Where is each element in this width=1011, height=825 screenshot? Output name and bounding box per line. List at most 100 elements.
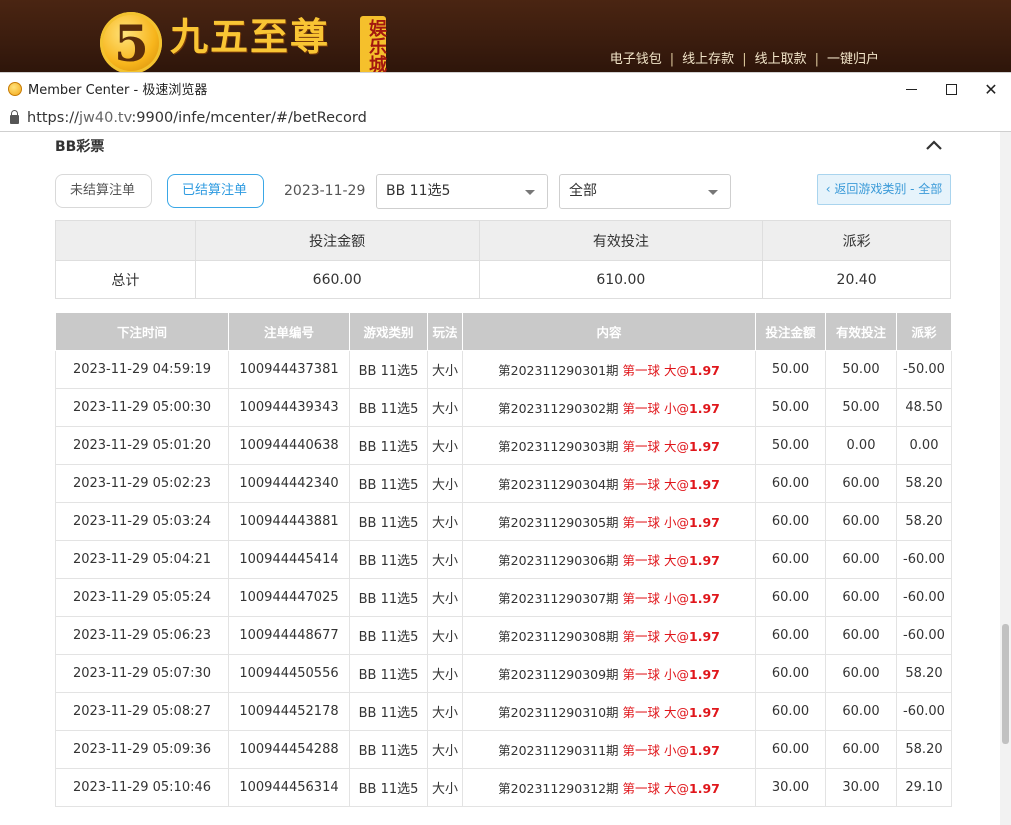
maximize-button[interactable]: [931, 73, 971, 105]
tab-settled[interactable]: 已结算注单: [167, 174, 264, 208]
bet-odds: 1.97: [689, 401, 720, 416]
valid-bet: 60.00: [825, 578, 897, 617]
column-header: 投注金额: [755, 312, 826, 351]
bet-pick: 第一球 小@: [622, 401, 690, 416]
play-type: 大小: [427, 654, 463, 693]
url-path: :9900/infe/mcenter/#/betRecord: [131, 109, 367, 126]
link-deposit[interactable]: 线上存款: [682, 52, 734, 67]
bet-time: 2023-11-29 05:05:24: [55, 578, 229, 617]
column-header: 游戏类别: [349, 312, 428, 351]
close-button[interactable]: ✕: [971, 73, 1011, 105]
date-filter[interactable]: 2023-11-29: [284, 174, 365, 208]
bet-pick: 第一球 大@: [622, 363, 690, 378]
url-text[interactable]: https://jw40.tv:9900/infe/mcenter/#/betR…: [27, 110, 367, 126]
column-header: 下注时间: [55, 312, 229, 351]
table-row: 2023-11-29 05:01:20 100944440638 BB 11选5 大小…: [55, 426, 952, 465]
bet-pick: 第一球 小@: [622, 591, 690, 606]
column-header: 内容: [462, 312, 756, 351]
summary-header: 投注金额: [194, 220, 480, 261]
logo-numeral: 5: [114, 14, 149, 72]
link-wallet[interactable]: 电子钱包: [610, 52, 662, 67]
bet-time: 2023-11-29 05:01:20: [55, 426, 229, 465]
table-row: 2023-11-29 05:02:23 100944442340 BB 11选5 大小…: [55, 464, 952, 503]
logo-icon: 5: [100, 12, 162, 72]
payout: 48.50: [896, 388, 952, 427]
valid-bet: 0.00: [825, 426, 897, 465]
browser-app-icon: [8, 81, 22, 96]
window-controls: ✕: [891, 73, 1011, 105]
address-bar[interactable]: https://jw40.tv:9900/infe/mcenter/#/betR…: [0, 104, 1011, 132]
payout: -60.00: [896, 578, 952, 617]
top-links: 电子钱包 | 线上存款 | 线上取款 | 一键归户: [608, 48, 881, 67]
summary-cell: 20.40: [762, 260, 951, 299]
play-type: 大小: [427, 502, 463, 541]
bet-amount: 50.00: [755, 426, 826, 465]
table-row: 2023-11-29 05:00:30 100944439343 BB 11选5 大小…: [55, 388, 952, 427]
bet-odds: 1.97: [689, 439, 720, 454]
payout: 58.20: [896, 502, 952, 541]
back-to-categories-button[interactable]: ‹ 返回游戏类别 - 全部: [817, 174, 951, 205]
bet-period: 第202311290312期: [498, 781, 619, 796]
bet-content: 第202311290304期 第一球 大@1.97: [462, 464, 756, 503]
game-select[interactable]: BB 11选5: [376, 174, 548, 209]
table-row: 2023-11-29 05:08:27 100944452178 BB 11选5 大小…: [55, 692, 952, 731]
table-row: 2023-11-29 05:09:36 100944454288 BB 11选5 大小…: [55, 730, 952, 769]
summary-total-row: 总计 660.00 610.00 20.40: [55, 260, 951, 299]
payout: -50.00: [896, 350, 952, 389]
game-type: BB 11选5: [349, 692, 428, 731]
bet-pick: 第一球 大@: [622, 477, 690, 492]
bet-time: 2023-11-29 05:09:36: [55, 730, 229, 769]
bet-content: 第202311290312期 第一球 大@1.97: [462, 768, 756, 807]
link-withdraw[interactable]: 线上取款: [755, 52, 807, 67]
url-scheme: https://: [27, 109, 79, 126]
table-row: 2023-11-29 05:07:30 100944450556 BB 11选5 大小…: [55, 654, 952, 693]
bet-period: 第202311290306期: [498, 553, 619, 568]
logo-text: 九五至尊: [170, 14, 331, 59]
bet-odds: 1.97: [689, 515, 720, 530]
tab-unsettled[interactable]: 未结算注单: [55, 174, 152, 208]
bet-id: 100944443881: [228, 502, 350, 541]
bet-amount: 60.00: [755, 502, 826, 541]
url-host: jw40.tv: [78, 109, 132, 126]
bet-odds: 1.97: [689, 667, 720, 682]
vertical-scrollbar[interactable]: [1000, 132, 1011, 825]
game-type: BB 11选5: [349, 616, 428, 655]
game-type: BB 11选5: [349, 540, 428, 579]
link-consolidate[interactable]: 一键归户: [827, 52, 879, 67]
summary-table: 投注金额 有效投注 派彩 总计 660.00 610.00 20.40: [55, 220, 951, 299]
game-type: BB 11选5: [349, 730, 428, 769]
bet-amount: 60.00: [755, 692, 826, 731]
payout: 58.20: [896, 730, 952, 769]
bet-pick: 第一球 大@: [622, 781, 690, 796]
bet-period: 第202311290304期: [498, 477, 619, 492]
game-type: BB 11选5: [349, 464, 428, 503]
type-select[interactable]: 全部: [559, 174, 731, 209]
valid-bet: 60.00: [825, 692, 897, 731]
bet-pick: 第一球 大@: [622, 553, 690, 568]
bet-content: 第202311290303期 第一球 大@1.97: [462, 426, 756, 465]
bet-records-table: 下注时间 注单编号 游戏类别 玩法 内容 投注金额 有效投注 派彩 2023-1…: [55, 312, 952, 807]
type-select-value: 全部: [569, 183, 597, 199]
table-row: 2023-11-29 05:04:21 100944445414 BB 11选5 大小…: [55, 540, 952, 579]
separator: |: [814, 52, 819, 67]
bet-odds: 1.97: [689, 591, 720, 606]
bet-time: 2023-11-29 05:06:23: [55, 616, 229, 655]
game-type: BB 11选5: [349, 350, 428, 389]
bet-period: 第202311290302期: [498, 401, 619, 416]
scrollbar-thumb[interactable]: [1002, 624, 1009, 744]
minimize-button[interactable]: [891, 73, 931, 105]
bet-period: 第202311290307期: [498, 591, 619, 606]
bet-pick: 第一球 大@: [622, 629, 690, 644]
play-type: 大小: [427, 692, 463, 731]
bet-odds: 1.97: [689, 743, 720, 758]
filter-row: 未结算注单 已结算注单 2023-11-29 BB 11选5 全部 ‹ 返回游戏…: [55, 174, 951, 210]
window-title: Member Center - 极速浏览器: [28, 83, 208, 98]
summary-header-row: 投注金额 有效投注 派彩: [55, 220, 951, 261]
bet-amount: 60.00: [755, 464, 826, 503]
chevron-up-icon[interactable]: [925, 138, 943, 152]
bet-amount: 60.00: [755, 540, 826, 579]
bet-amount: 50.00: [755, 388, 826, 427]
valid-bet: 30.00: [825, 768, 897, 807]
bet-amount: 50.00: [755, 350, 826, 389]
bet-amount: 30.00: [755, 768, 826, 807]
